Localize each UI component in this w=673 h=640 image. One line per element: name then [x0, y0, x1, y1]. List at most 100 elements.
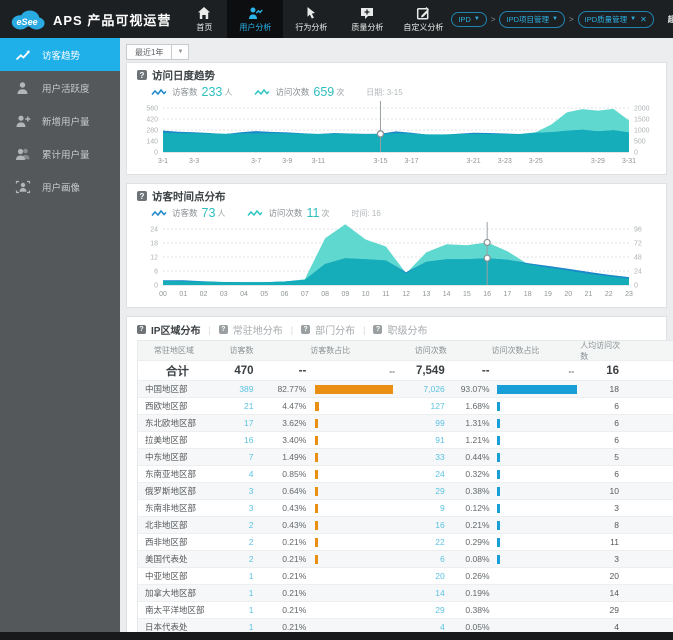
time-range-label[interactable]: 最近1年 — [126, 44, 173, 60]
visitors-bar-cell — [311, 432, 401, 448]
svg-text:420: 420 — [146, 117, 158, 124]
visitors-bar — [315, 469, 319, 479]
tab-1[interactable]: ? 常驻地分布 — [218, 322, 283, 337]
visitors-bar-cell — [311, 483, 401, 499]
visits-cell[interactable]: 7,026 — [401, 381, 451, 397]
svg-text:3-11: 3-11 — [312, 158, 326, 165]
table-row[interactable]: 拉美地区部 16 3.40% 91 1.21% 6 — [138, 432, 673, 449]
table-row[interactable]: 西非地区部 2 0.21% 22 0.29% 11 — [138, 534, 673, 551]
nav-item-3[interactable]: 质量分析 — [339, 0, 395, 38]
visits-cell[interactable]: 91 — [401, 432, 451, 448]
visitors-cell[interactable]: 4 — [210, 466, 260, 482]
visitors-cell[interactable]: 16 — [210, 432, 260, 448]
help-icon[interactable]: ? — [373, 325, 383, 334]
visits-cell[interactable]: 14 — [401, 585, 451, 601]
legend-visits[interactable]: 访问次数 11 次 — [247, 206, 329, 220]
column-header[interactable]: 常驻地区域 — [138, 341, 210, 360]
svg-text:560: 560 — [146, 106, 158, 113]
sidebar-item-3[interactable]: 累计用户量 — [0, 137, 120, 170]
close-icon[interactable]: ✕ — [640, 15, 647, 24]
visitors-cell[interactable]: 7 — [210, 449, 260, 465]
visitors-cell[interactable]: 1 — [210, 619, 260, 632]
visits-cell[interactable]: 33 — [401, 449, 451, 465]
table-row[interactable]: 中亚地区部 1 0.21% 20 0.26% 20 — [138, 568, 673, 585]
column-header[interactable]: 访问次数占比 — [451, 341, 580, 360]
visitors-cell[interactable]: 1 — [210, 585, 260, 601]
help-icon[interactable]: ? — [137, 70, 147, 80]
sidebar-item-4[interactable]: 用户画像 — [0, 170, 120, 203]
table-row[interactable]: 俄罗斯地区部 3 0.64% 29 0.38% 10 — [138, 483, 673, 500]
help-icon[interactable]: ? — [301, 325, 311, 334]
breadcrumb-pill-2[interactable]: IPD质量管理 ▼ ✕ — [577, 10, 654, 28]
visitors-pct-cell: 0.85% — [282, 469, 307, 479]
navbar-right: IPD▼>IPD项目管理▼>IPD质量管理▼✕ 超级管理员 — [451, 0, 673, 38]
legend-visitors[interactable]: 访客数 73 人 — [151, 206, 225, 220]
visits-cell[interactable]: 99 — [401, 415, 451, 431]
table-row[interactable]: 北非地区部 2 0.43% 16 0.21% 8 — [138, 517, 673, 534]
visitors-cell[interactable]: 1 — [210, 568, 260, 584]
sidebar-item-2[interactable]: 新增用户量 — [0, 104, 120, 137]
help-icon[interactable]: ? — [137, 325, 146, 334]
visitors-cell[interactable]: 17 — [210, 415, 260, 431]
chevron-down-icon[interactable]: ▼ — [630, 16, 636, 22]
table-row[interactable]: 美国代表处 2 0.21% 6 0.08% 3 — [138, 551, 673, 568]
tab-separator: | — [290, 324, 294, 335]
visits-cell[interactable]: 127 — [401, 398, 451, 414]
visitors-cell[interactable]: 21 — [210, 398, 260, 414]
nav-item-0[interactable]: 首页 — [181, 0, 227, 38]
column-header[interactable]: 人均访问次数 — [580, 341, 673, 360]
visits-cell[interactable]: 4 — [401, 619, 451, 632]
visitors-cell[interactable]: 2 — [210, 534, 260, 550]
table-row[interactable]: 日本代表处 1 0.21% 4 0.05% 4 — [138, 619, 673, 632]
visits-bar-cell — [493, 517, 581, 533]
table-row[interactable]: 西欧地区部 21 4.47% 127 1.68% 6 — [138, 398, 673, 415]
table-row[interactable]: 中东地区部 7 1.49% 33 0.44% 5 — [138, 449, 673, 466]
quality-analysis-icon — [360, 5, 374, 20]
visits-cell[interactable]: 29 — [401, 602, 451, 618]
time-range-caret-icon[interactable]: ▼ — [172, 44, 190, 60]
visitors-cell[interactable]: 1 — [210, 602, 260, 618]
help-icon[interactable]: ? — [137, 191, 147, 201]
visits-cell[interactable]: 20 — [401, 568, 451, 584]
column-header[interactable]: 访客数占比 — [260, 341, 401, 360]
help-icon[interactable]: ? — [218, 325, 228, 334]
chevron-down-icon[interactable]: ▼ — [552, 16, 558, 22]
breadcrumb-pill-0[interactable]: IPD ▼ — [451, 11, 487, 27]
nav-item-1[interactable]: 用户分析 — [227, 0, 284, 38]
visitors-cell[interactable]: 389 — [210, 381, 260, 397]
table-row[interactable]: 东南非地区部 3 0.43% 9 0.12% 3 — [138, 500, 673, 517]
tab-2[interactable]: ? 部门分布 — [301, 322, 355, 337]
visits-cell[interactable]: 16 — [401, 517, 451, 533]
hourly-distribution-chart[interactable]: 0 06 2412 4818 7224 9600 01 02 03 04 05 06 07 08 09 10 1… — [137, 221, 656, 303]
chevron-down-icon[interactable]: ▼ — [474, 16, 480, 22]
daily-trend-chart[interactable]: 0 0 140 500 280 1000 420 1500 560 2000 3-1 3-3 3-7 3-… — [137, 100, 656, 170]
time-range-button[interactable]: 最近1年 ▼ — [126, 44, 190, 60]
visits-pct-cell: 0.32% — [465, 469, 490, 479]
tab-3[interactable]: ? 职级分布 — [373, 322, 427, 337]
visits-cell[interactable]: 22 — [401, 534, 451, 550]
visits-cell[interactable]: 29 — [401, 483, 451, 499]
visits-cell[interactable]: 6 — [401, 551, 451, 567]
table-row[interactable]: 南太平洋地区部 1 0.21% 29 0.38% 29 — [138, 602, 673, 619]
visits-cell[interactable]: 24 — [401, 466, 451, 482]
visits-cell[interactable]: 9 — [401, 500, 451, 516]
legend-visitors[interactable]: 访客数 233 人 — [151, 85, 232, 99]
table-row[interactable]: 加拿大地区部 1 0.21% 14 0.19% 14 — [138, 585, 673, 602]
visitors-cell[interactable]: 3 — [210, 483, 260, 499]
nav-item-4[interactable]: 自定义分析 — [395, 0, 451, 38]
sidebar-item-1[interactable]: 用户活跃度 — [0, 71, 120, 104]
visitors-cell[interactable]: 3 — [210, 500, 260, 516]
sidebar-item-0[interactable]: 访客趋势 — [0, 38, 120, 71]
tab-0[interactable]: ? IP区域分布 — [137, 322, 200, 337]
column-header[interactable]: 访客数 — [210, 341, 260, 360]
nav-item-2[interactable]: 行为分析 — [283, 0, 339, 38]
legend-visits[interactable]: 访问次数 659 次 — [254, 85, 344, 99]
svg-text:0: 0 — [154, 283, 158, 290]
visitors-cell[interactable]: 2 — [210, 517, 260, 533]
table-row[interactable]: 中国地区部 389 82.77% 7,026 93.07% 18 — [138, 381, 673, 398]
table-row[interactable]: 东北欧地区部 17 3.62% 99 1.31% 6 — [138, 415, 673, 432]
table-row[interactable]: 东南亚地区部 4 0.85% 24 0.32% 6 — [138, 466, 673, 483]
visitors-cell[interactable]: 2 — [210, 551, 260, 567]
breadcrumb-pill-1[interactable]: IPD项目管理 ▼ — [499, 10, 565, 28]
column-header[interactable]: 访问次数 — [401, 341, 451, 360]
